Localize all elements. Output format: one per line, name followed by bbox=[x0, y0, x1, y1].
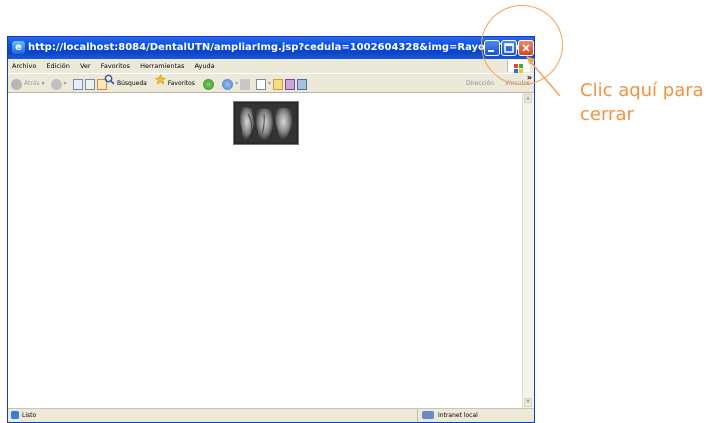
callout-arrow-icon bbox=[526, 56, 561, 97]
callout-text: Clic aquí para cerrar bbox=[580, 80, 704, 125]
